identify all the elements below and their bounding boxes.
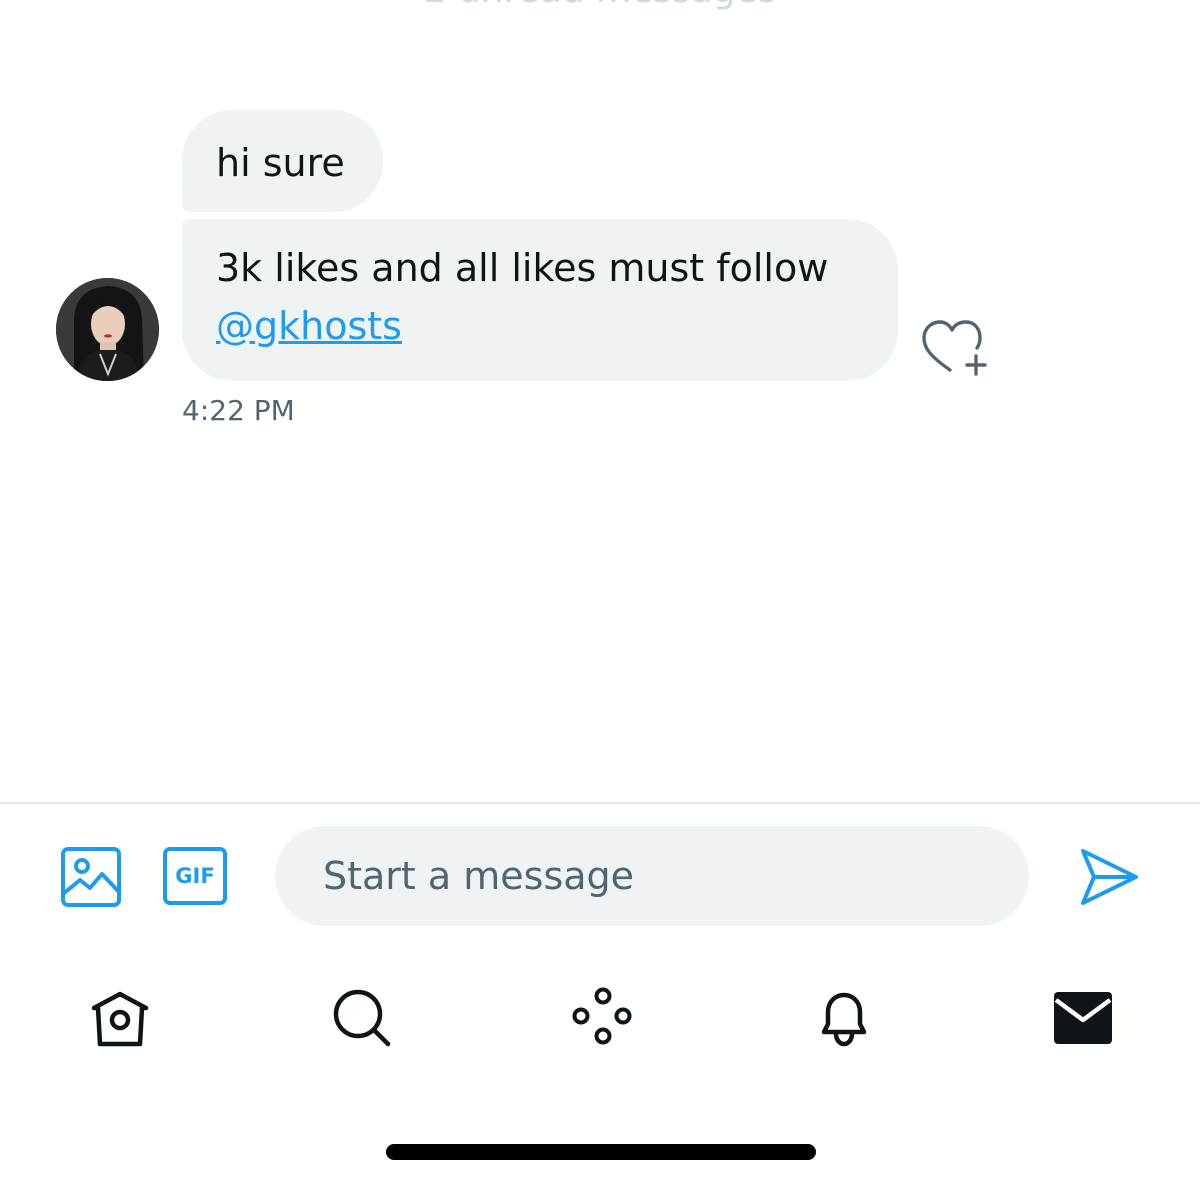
message-text: 3k likes and all likes must follow <box>216 246 829 290</box>
gif-label: GIF <box>175 864 215 888</box>
unread-messages-banner: 2 unread messages <box>0 0 1200 11</box>
avatar-photo <box>56 278 159 381</box>
spaces-icon[interactable] <box>571 986 635 1050</box>
message-bubble[interactable]: hi sure <box>182 110 383 212</box>
gif-icon[interactable]: GIF <box>163 847 227 905</box>
notifications-bell-icon[interactable] <box>812 986 876 1050</box>
add-reaction-heart-icon[interactable] <box>920 318 990 378</box>
message-text: hi sure <box>216 141 345 185</box>
home-icon[interactable] <box>88 986 152 1050</box>
messages-envelope-icon[interactable] <box>1052 986 1116 1050</box>
message-input[interactable] <box>275 826 1029 926</box>
search-icon[interactable] <box>330 986 394 1050</box>
composer-divider <box>0 802 1200 804</box>
image-icon[interactable] <box>60 846 122 908</box>
avatar[interactable] <box>56 278 159 381</box>
send-icon[interactable] <box>1078 846 1140 908</box>
home-indicator-bar <box>386 1144 816 1160</box>
message-timestamp: 4:22 PM <box>182 394 295 427</box>
mention-link[interactable]: @gkhosts <box>216 297 898 355</box>
message-bubble[interactable]: 3k likes and all likes must follow @gkho… <box>182 219 898 381</box>
